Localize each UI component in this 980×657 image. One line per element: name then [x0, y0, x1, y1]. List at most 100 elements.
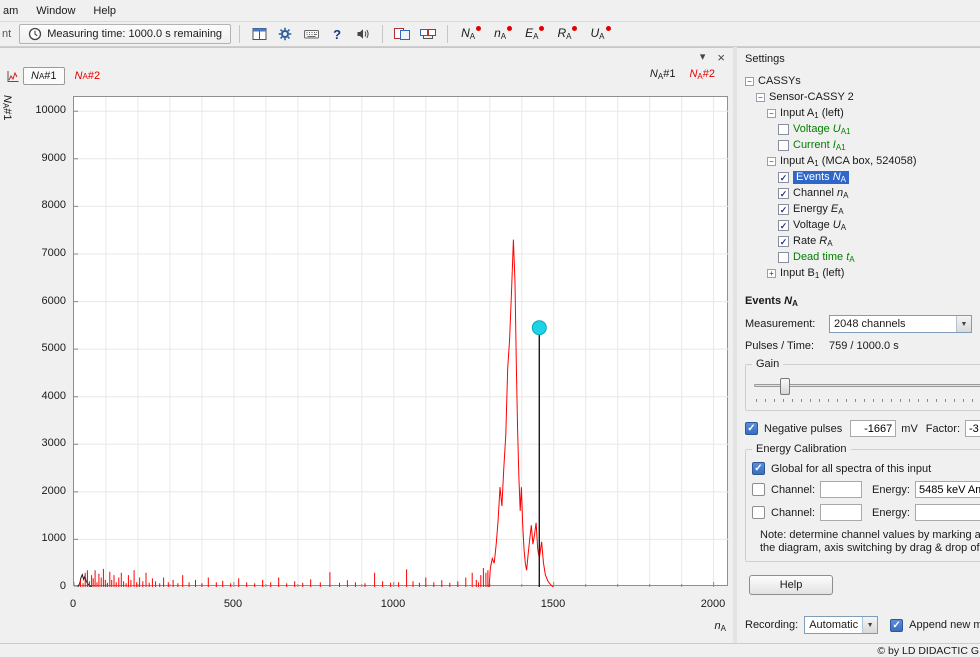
global-calibration-checkbox[interactable]: ✓: [752, 462, 765, 475]
y-tick-label: 0: [4, 580, 66, 592]
cassy-arrange-icon: [420, 27, 436, 41]
calibration-note: Note: determine channel values by markin…: [760, 529, 980, 555]
tree-checkbox[interactable]: ✓: [778, 220, 789, 231]
tree-checkbox[interactable]: ✓: [778, 188, 789, 199]
channel-1-input[interactable]: [820, 481, 862, 498]
quantity-button-na[interactable]: NA: [456, 24, 487, 44]
arrange-cassy-modules-button[interactable]: [417, 24, 439, 44]
tree-checkbox[interactable]: ✓: [778, 236, 789, 247]
tree-item[interactable]: Voltage UA1: [743, 121, 980, 137]
negative-pulses-checkbox[interactable]: ✓: [745, 422, 758, 435]
tree-item-label[interactable]: Current IA1: [793, 139, 846, 152]
series-na2-peak: [489, 240, 553, 587]
energy-1-input[interactable]: [915, 481, 980, 498]
clock-icon: [28, 27, 42, 41]
x-tick-label: 500: [213, 598, 253, 610]
display-settings-button[interactable]: [248, 24, 270, 44]
tree-item[interactable]: ✓ Energy EA: [743, 201, 980, 217]
tree-item-label[interactable]: Input A1 (MCA box, 524058): [780, 155, 917, 168]
tree-item[interactable]: + Input B1 (left): [743, 265, 980, 281]
panel-controls: ▾ ×: [700, 50, 725, 65]
tree-item[interactable]: −Sensor-CASSY 2: [743, 89, 980, 105]
show-cassy-modules-button[interactable]: [391, 24, 413, 44]
energy-2-input[interactable]: [915, 504, 980, 521]
tab-na1[interactable]: NA#1: [23, 67, 65, 85]
collapse-icon[interactable]: −: [767, 157, 776, 166]
tree-item[interactable]: ✓ Voltage UA: [743, 217, 980, 233]
tree-item[interactable]: Current IA1: [743, 137, 980, 153]
settings-gear-button[interactable]: [274, 24, 296, 44]
tree-item-label[interactable]: Input B1 (left): [780, 267, 844, 280]
channel-1-label: Channel:: [771, 484, 815, 496]
tab-na2[interactable]: NA#2: [68, 68, 108, 84]
help-button[interactable]: Help: [749, 575, 833, 595]
new-quantity-dot: [507, 26, 512, 31]
tree-item[interactable]: ✓ Events NA: [743, 169, 980, 185]
tree-checkbox[interactable]: [778, 124, 789, 135]
x-tick-label: 0: [53, 598, 93, 610]
gain-slider[interactable]: [754, 377, 980, 404]
marker-dot[interactable]: [532, 321, 546, 335]
tree-item-label[interactable]: Events NA: [793, 171, 849, 184]
tree-checkbox[interactable]: [778, 252, 789, 263]
gain-slider-thumb[interactable]: [780, 378, 790, 395]
y-tick-label: 6000: [4, 295, 66, 307]
plot-area[interactable]: [73, 96, 728, 586]
channel-2-checkbox[interactable]: [752, 506, 765, 519]
measuring-time-button[interactable]: Measuring time: 1000.0 s remaining: [19, 24, 231, 44]
audio-button[interactable]: [352, 24, 374, 44]
speaker-icon: [356, 27, 370, 41]
gain-slider-ticks: [756, 399, 980, 402]
expand-icon[interactable]: +: [767, 269, 776, 278]
append-measurement-checkbox[interactable]: ✓: [890, 619, 903, 632]
quantity-button-ea[interactable]: EA: [520, 24, 550, 44]
tree-checkbox[interactable]: ✓: [778, 204, 789, 215]
tree-item[interactable]: Dead time tA: [743, 249, 980, 265]
tree-item-label[interactable]: Input A1 (left): [780, 107, 844, 120]
help-button-icon[interactable]: ?: [326, 24, 348, 44]
tree-item-label[interactable]: Rate RA: [793, 235, 833, 248]
onscreen-keyboard-button[interactable]: [300, 24, 322, 44]
recording-select[interactable]: Automatic ▼: [804, 616, 878, 634]
menu-diagram[interactable]: am: [0, 2, 27, 20]
panel-menu-button[interactable]: ▾: [700, 50, 706, 65]
tree-checkbox[interactable]: ✓: [778, 172, 789, 183]
collapse-icon[interactable]: −: [745, 77, 754, 86]
channel-2-input[interactable]: [820, 504, 862, 521]
tree-item-label[interactable]: Voltage UA: [793, 219, 846, 232]
tree-item[interactable]: −CASSYs: [743, 73, 980, 89]
quantity-button-ua[interactable]: UA: [585, 24, 616, 44]
tree-item-label[interactable]: Channel nA: [793, 187, 849, 200]
menu-window[interactable]: Window: [27, 2, 84, 20]
menu-help[interactable]: Help: [84, 2, 125, 20]
panel-close-button[interactable]: ×: [717, 50, 725, 65]
tree-item-label[interactable]: CASSYs: [758, 75, 801, 87]
collapse-icon[interactable]: −: [756, 93, 765, 102]
collapse-icon[interactable]: −: [767, 109, 776, 118]
legend-series-1[interactable]: NA#1: [650, 68, 676, 81]
tree-item[interactable]: ✓ Rate RA: [743, 233, 980, 249]
negative-pulses-input[interactable]: [850, 420, 896, 437]
series-na2-spikes: [80, 568, 488, 587]
tree-item[interactable]: −Input A1 (left): [743, 105, 980, 121]
y-tick-label: 1000: [4, 532, 66, 544]
quantity-button-na[interactable]: nA: [489, 24, 518, 44]
measurement-select[interactable]: 2048 channels ▼: [829, 315, 972, 333]
channel-2-label: Channel:: [771, 507, 815, 519]
y-tick-label: 8000: [4, 199, 66, 211]
tree-item-label[interactable]: Voltage UA1: [793, 123, 851, 136]
tree-checkbox[interactable]: [778, 140, 789, 151]
tree-item-label[interactable]: Energy EA: [793, 203, 844, 216]
y-tick-label: 3000: [4, 437, 66, 449]
tree-item[interactable]: ✓ Channel nA: [743, 185, 980, 201]
quantity-button-ra[interactable]: RA: [552, 24, 583, 44]
tree-item[interactable]: −Input A1 (MCA box, 524058): [743, 153, 980, 169]
tree-item-label[interactable]: Sensor-CASSY 2: [769, 91, 854, 103]
channel-1-checkbox[interactable]: [752, 483, 765, 496]
diagram-icon: [6, 70, 19, 83]
tree-item-label[interactable]: Dead time tA: [793, 251, 855, 264]
toolbar-separator: [382, 25, 383, 43]
recording-row: Recording: Automatic ▼ ✓ Append new mea: [745, 616, 980, 634]
factor-input[interactable]: [965, 420, 980, 437]
legend-series-2[interactable]: NA#2: [689, 68, 715, 81]
